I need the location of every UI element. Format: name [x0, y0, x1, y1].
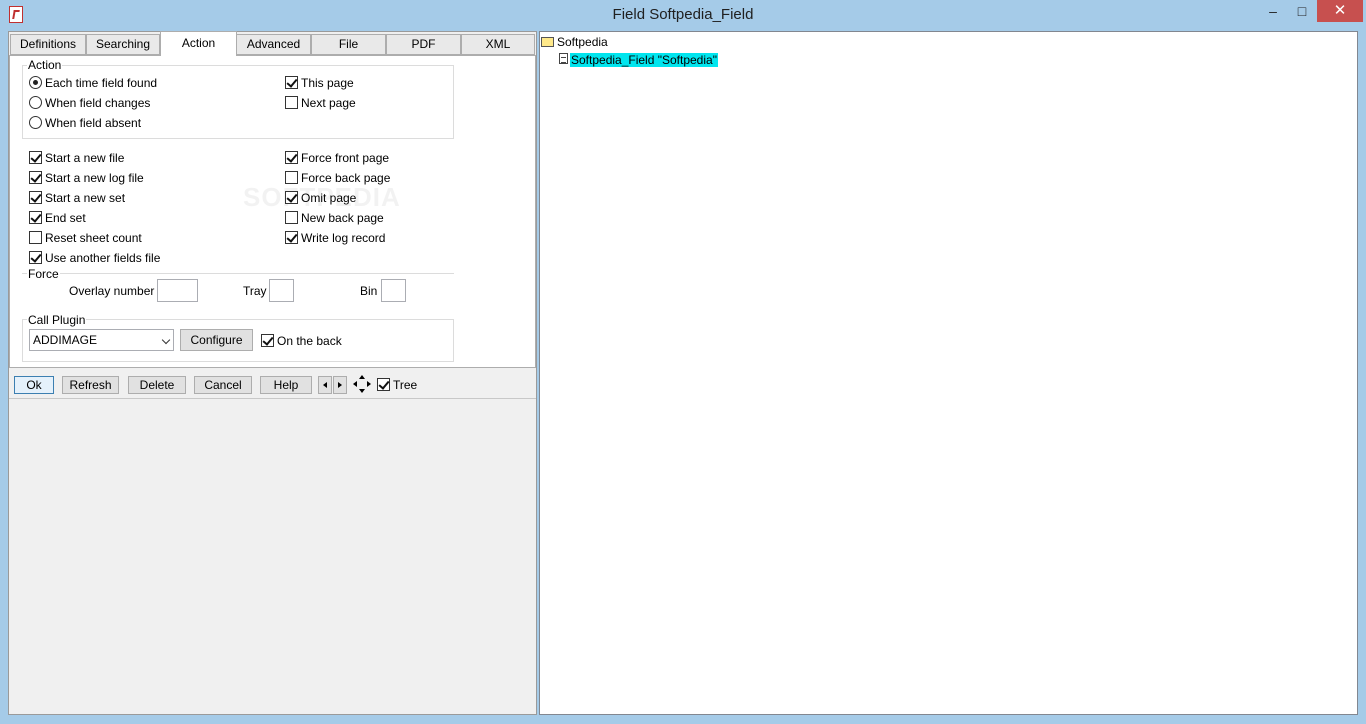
checkbox-label: Use another fields file — [45, 251, 161, 265]
bin-input[interactable] — [381, 279, 406, 302]
checkbox-start-new-log-file[interactable] — [29, 171, 42, 184]
checkbox-label: Force front page — [301, 151, 390, 165]
action-group-title: Action — [27, 58, 63, 72]
checkbox-label: Start a new log file — [45, 171, 144, 185]
checkbox-force-front-page[interactable] — [285, 151, 298, 164]
tab-file[interactable]: File — [311, 34, 386, 55]
overlay-number-label: Overlay number — [69, 284, 155, 298]
radio-label: When field absent — [45, 116, 142, 130]
tree-view[interactable] — [539, 31, 1358, 715]
tree-child-node[interactable]: Softpedia_Field "Softpedia" — [570, 53, 718, 67]
checkbox-next-page[interactable] — [285, 96, 298, 109]
tab-definitions[interactable]: Definitions — [10, 34, 86, 55]
document-icon — [559, 53, 568, 64]
configure-button[interactable]: Configure — [180, 329, 253, 351]
refresh-button[interactable]: Refresh — [62, 376, 119, 394]
checkbox-label: Start a new set — [45, 191, 126, 205]
checkbox-label: New back page — [301, 211, 384, 225]
arrow-left-button[interactable] — [318, 376, 332, 394]
checkbox-write-log-record[interactable] — [285, 231, 298, 244]
checkbox-use-another-fields-file[interactable] — [29, 251, 42, 264]
cancel-button[interactable]: Cancel — [194, 376, 252, 394]
triangle-right-icon — [338, 382, 342, 388]
bin-label: Bin — [360, 284, 378, 298]
tray-label: Tray — [243, 284, 267, 298]
tab-xml[interactable]: XML — [461, 34, 535, 55]
checkbox-label: Force back page — [301, 171, 391, 185]
checkbox-label: Reset sheet count — [45, 231, 142, 245]
tab-advanced[interactable]: Advanced — [236, 34, 311, 55]
call-plugin-title: Call Plugin — [27, 313, 87, 327]
radio-label: When field changes — [45, 96, 151, 110]
plugin-select-value: ADDIMAGE — [33, 333, 98, 347]
minimize-button[interactable]: – — [1258, 0, 1288, 22]
checkbox-label: Write log record — [301, 231, 386, 245]
overlay-number-input[interactable] — [157, 279, 198, 302]
checkbox-start-new-file[interactable] — [29, 151, 42, 164]
checkbox-label: End set — [45, 211, 86, 225]
help-button[interactable]: Help — [260, 376, 312, 394]
move-arrows-icon[interactable] — [353, 375, 371, 393]
checkbox-new-back-page[interactable] — [285, 211, 298, 224]
checkbox-tree[interactable] — [377, 378, 390, 391]
checkbox-label: Start a new file — [45, 151, 125, 165]
checkbox-label: On the back — [277, 334, 342, 348]
folder-icon — [541, 37, 554, 47]
checkbox-label: This page — [301, 76, 354, 90]
checkbox-end-set[interactable] — [29, 211, 42, 224]
checkbox-label: Next page — [301, 96, 356, 110]
checkbox-reset-sheet-count[interactable] — [29, 231, 42, 244]
radio-when-field-absent[interactable] — [29, 116, 42, 129]
radio-when-field-changes[interactable] — [29, 96, 42, 109]
checkbox-omit-page[interactable] — [285, 191, 298, 204]
window-title: Field Softpedia_Field — [612, 6, 754, 23]
radio-each-time-field-found[interactable] — [29, 76, 42, 89]
radio-label: Each time field found — [45, 76, 158, 90]
arrow-right-button[interactable] — [333, 376, 347, 394]
triangle-left-icon — [323, 382, 327, 388]
checkbox-label: Tree — [393, 378, 418, 392]
checkbox-this-page[interactable] — [285, 76, 298, 89]
toolbar-divider — [9, 398, 536, 399]
maximize-button[interactable]: □ — [1288, 0, 1316, 22]
tab-searching[interactable]: Searching — [86, 34, 160, 55]
tray-input[interactable] — [269, 279, 294, 302]
delete-button[interactable]: Delete — [128, 376, 186, 394]
checkbox-force-back-page[interactable] — [285, 171, 298, 184]
tree-root-node[interactable]: Softpedia — [557, 35, 608, 49]
close-button[interactable]: ✕ — [1317, 0, 1363, 22]
chevron-down-icon — [161, 335, 171, 345]
ok-button[interactable]: Ok — [14, 376, 54, 394]
checkbox-start-new-set[interactable] — [29, 191, 42, 204]
tab-pdf[interactable]: PDF — [386, 34, 461, 55]
checkbox-on-the-back[interactable] — [261, 334, 274, 347]
tab-action[interactable]: Action — [160, 31, 237, 56]
checkbox-label: Omit page — [301, 191, 357, 205]
force-group-title: Force — [27, 267, 60, 281]
plugin-select[interactable]: ADDIMAGE — [29, 329, 174, 351]
